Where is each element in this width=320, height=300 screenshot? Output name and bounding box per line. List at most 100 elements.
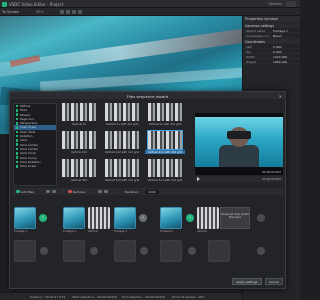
add-slot-icon[interactable] xyxy=(188,247,196,255)
checkbox-icon[interactable] xyxy=(15,160,19,164)
drag-drop-zone[interactable]: Drag and drop media files here xyxy=(220,207,250,229)
transition-thumbnail[interactable]: Vertical 2x2 with 1x1 grid xyxy=(102,131,142,157)
thumbnail-label: Vertical 2x2 xyxy=(71,150,87,154)
transition-slot[interactable] xyxy=(197,207,219,229)
checkbox-icon[interactable] xyxy=(15,139,19,142)
to-screen-button[interactable]: To Screen xyxy=(2,10,19,14)
clip-label: Footage 3 xyxy=(114,230,127,233)
checkbox-icon[interactable] xyxy=(15,126,19,129)
options-menu[interactable]: Options xyxy=(268,2,282,6)
add-slot-icon[interactable] xyxy=(140,247,148,255)
checkbox-icon[interactable] xyxy=(15,164,19,168)
rotate-icon[interactable] xyxy=(104,189,108,194)
start-selection-value: 00:00:00.000 xyxy=(97,295,118,299)
end-selection-label: End selection: xyxy=(122,295,144,299)
thumbnail-label: Vertical lin with 1x1 grid xyxy=(105,122,139,126)
thumbnail-label: Vertical 3x3 with 1x1 grid xyxy=(104,178,140,182)
property-label: Composition m xyxy=(246,33,269,38)
thumbnail-image xyxy=(62,159,96,177)
checkbox-icon[interactable] xyxy=(15,130,19,134)
sequence-clip[interactable] xyxy=(14,207,36,229)
sequence-clip-selected[interactable] xyxy=(114,207,136,229)
transition-thumbnail[interactable]: Vertical 3x3 xyxy=(59,159,99,185)
thumbnail-image xyxy=(62,131,96,149)
zoom-select[interactable]: 45% xyxy=(36,10,44,14)
thumbnail-image xyxy=(147,130,183,150)
thumbnail-label: Vertical 3x3 xyxy=(71,178,87,182)
transition-thumbnail[interactable]: Vertical lin with 2x2 grid xyxy=(145,103,185,129)
play-icon[interactable] xyxy=(197,177,200,181)
transition-thumbnail[interactable]: Vertical lin xyxy=(59,103,99,129)
add-slot-icon[interactable] xyxy=(90,247,98,255)
copy-icon[interactable] xyxy=(78,10,82,14)
transition-slot[interactable] xyxy=(88,207,110,229)
property-value[interactable]: 1080.000 xyxy=(273,60,287,64)
transition-thumbnail-grid: Vertical lin Vertical lin with 1x1 grid … xyxy=(59,103,189,186)
arrow-right-icon: › xyxy=(139,214,147,222)
empty-slot[interactable] xyxy=(160,240,182,262)
checkbox-icon[interactable] xyxy=(15,109,19,112)
checkbox-icon[interactable] xyxy=(15,104,19,108)
sequence-clip[interactable] xyxy=(160,207,182,229)
checkbox-icon[interactable] xyxy=(15,113,19,116)
move-left-icon[interactable] xyxy=(46,189,50,194)
sequence-clip[interactable] xyxy=(63,207,85,229)
preview-image-detail xyxy=(219,145,259,167)
sequence-toolbar: Add files Remove Duration: 1000 xyxy=(13,188,283,195)
window-controls[interactable] xyxy=(286,1,296,7)
checkbox-icon[interactable] xyxy=(15,143,19,147)
transition-thumbnail[interactable]: Vertical 3x3 with 2x2 grid xyxy=(145,159,185,185)
empty-slot[interactable] xyxy=(14,240,36,262)
clip-label: Footage 1 xyxy=(14,230,27,233)
apply-settings-button[interactable]: Apply settings xyxy=(232,278,262,285)
checkbox-icon[interactable] xyxy=(15,117,19,121)
remove-button[interactable]: Remove xyxy=(73,190,85,194)
dialog-title: Files sequence wizard xyxy=(126,93,169,99)
checkbox-icon[interactable] xyxy=(15,152,19,155)
stop-icon[interactable] xyxy=(66,10,70,14)
start-selection-label: Start selection: xyxy=(72,295,95,299)
add-slot-icon[interactable] xyxy=(257,247,265,255)
transition-label: Vertical xyxy=(197,230,207,233)
thumbnail-label: Vertical 2x2 with 1x1 grid xyxy=(104,150,140,154)
properties-title: Properties window xyxy=(243,16,300,22)
main-toolbar: To Screen 45% xyxy=(0,8,300,16)
checkbox-icon[interactable] xyxy=(15,134,19,138)
zoom-label[interactable]: Zoom To Screen xyxy=(172,295,196,299)
checkbox-icon[interactable] xyxy=(15,121,19,125)
transition-thumbnail[interactable]: Vertical 3x3 with 1x1 grid xyxy=(102,159,142,185)
empty-slot[interactable] xyxy=(63,240,85,262)
checkbox-icon[interactable] xyxy=(15,156,19,159)
play-icon[interactable] xyxy=(60,10,64,14)
property-value[interactable]: Blend xyxy=(273,34,282,38)
checkbox-icon[interactable] xyxy=(15,147,19,151)
remove-icon[interactable] xyxy=(68,189,72,194)
add-slot-icon[interactable] xyxy=(257,214,265,222)
add-files-button[interactable]: Add files xyxy=(21,190,34,194)
dialog-video-preview[interactable]: 00:00:00.000 xyxy=(195,113,283,175)
list-item[interactable]: Slice Scale xyxy=(14,164,56,168)
cancel-button[interactable]: Cancel xyxy=(265,278,283,285)
zoom-value[interactable]: 45% xyxy=(198,295,205,299)
close-icon[interactable]: ✕ xyxy=(279,94,282,99)
transition-thumbnail[interactable]: Vertical lin with 1x1 grid xyxy=(102,103,142,129)
add-slot-icon[interactable] xyxy=(40,247,48,255)
transition-thumbnail-selected[interactable]: Vertical 2x2 with 2x2 grid xyxy=(145,130,185,157)
window-title: VSDC Video Editor - Project xyxy=(9,1,64,7)
preview-image-detail xyxy=(227,131,251,139)
add-icon[interactable] xyxy=(16,189,20,194)
clip-label: Footage 4 xyxy=(160,230,173,233)
empty-slot[interactable] xyxy=(208,240,230,262)
cut-icon[interactable] xyxy=(72,10,76,14)
playback-timecode: 00:00:00.000 xyxy=(262,177,281,182)
thumbnail-label: Vertical lin xyxy=(71,122,87,126)
property-row[interactable]: Height 1080.000 xyxy=(243,59,300,64)
transition-list[interactable]: Diffuse Fade Mosaic Page Curl Perspectiv… xyxy=(13,103,57,186)
move-right-icon[interactable] xyxy=(52,189,56,194)
empty-slot[interactable] xyxy=(114,240,136,262)
scissors-icon[interactable] xyxy=(98,189,102,194)
duration-input[interactable]: 1000 xyxy=(145,189,159,194)
duration-label: Duration: xyxy=(125,189,140,194)
property-row[interactable]: Composition m Blend xyxy=(243,33,300,38)
transition-thumbnail[interactable]: Vertical 2x2 xyxy=(59,131,99,157)
